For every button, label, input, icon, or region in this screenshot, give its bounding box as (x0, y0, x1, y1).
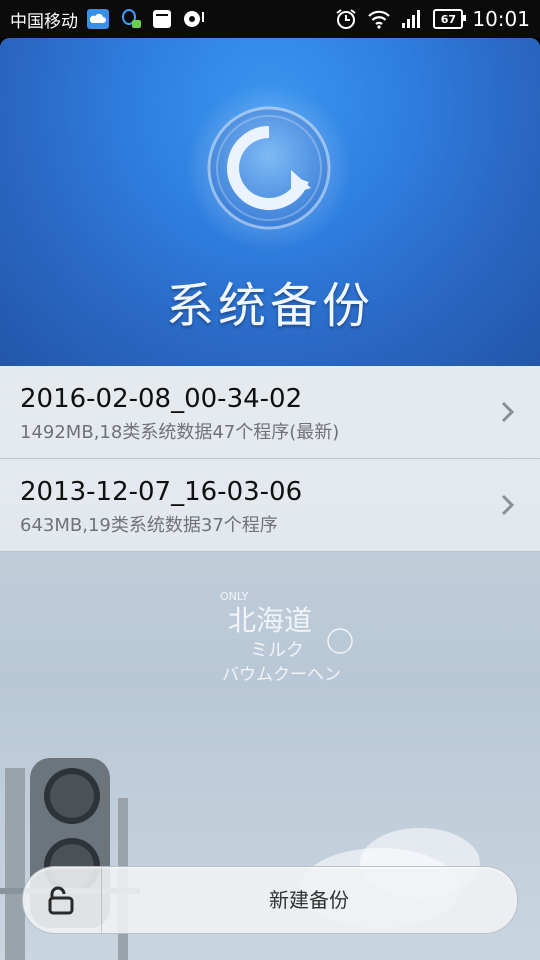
carrier-name: 中国移动 (10, 11, 78, 32)
qq-icon (122, 9, 141, 28)
page-title: 系统备份 (165, 278, 374, 334)
svg-text:北海道: 北海道 (228, 604, 312, 637)
watermark-logo: ONLY 北海道 ミルク バウムクーヘン (220, 590, 353, 685)
unlock-icon (48, 886, 74, 915)
backup-list: 2016-02-08_00-34-02 1492MB,18类系统数据47个程序(… (0, 366, 540, 552)
chat-icon (184, 11, 204, 27)
bottom-action-bar: 新建备份 (22, 866, 518, 934)
svg-text:ミルク: ミルク (250, 640, 304, 661)
status-bar: 中国移动 67 10:01 (0, 0, 540, 38)
backup-item[interactable]: 2013-12-07_16-03-06 643MB,19类系统数据37个程序 (0, 459, 540, 552)
cloud-icon (87, 9, 109, 29)
backup-name: 2016-02-08_00-34-02 (20, 384, 303, 414)
header-banner: 系统备份 (0, 38, 540, 366)
battery-icon: 67 (433, 9, 467, 29)
backup-name: 2013-12-07_16-03-06 (20, 477, 303, 507)
lock-button[interactable] (23, 867, 102, 933)
new-backup-button[interactable]: 新建备份 (101, 867, 517, 933)
svg-text:バウムクーヘン: バウムクーヘン (222, 665, 341, 685)
signal-icon (402, 10, 421, 28)
wifi-icon (368, 10, 391, 29)
app-window: ONLY 北海道 ミルク バウムクーヘン 系统备份 2016-02-08_00-… (0, 38, 540, 960)
message-icon (153, 10, 171, 28)
backup-details: 1492MB,18类系统数据47个程序(最新) (20, 422, 340, 443)
clock: 10:01 (472, 7, 530, 31)
chevron-right-icon (501, 401, 515, 423)
backup-item[interactable]: 2016-02-08_00-34-02 1492MB,18类系统数据47个程序(… (0, 366, 540, 459)
alarm-icon (336, 9, 356, 29)
backup-logo-icon (187, 86, 351, 250)
backup-details: 643MB,19类系统数据37个程序 (20, 515, 278, 536)
chevron-right-icon (501, 494, 515, 516)
svg-text:ONLY: ONLY (220, 590, 249, 603)
